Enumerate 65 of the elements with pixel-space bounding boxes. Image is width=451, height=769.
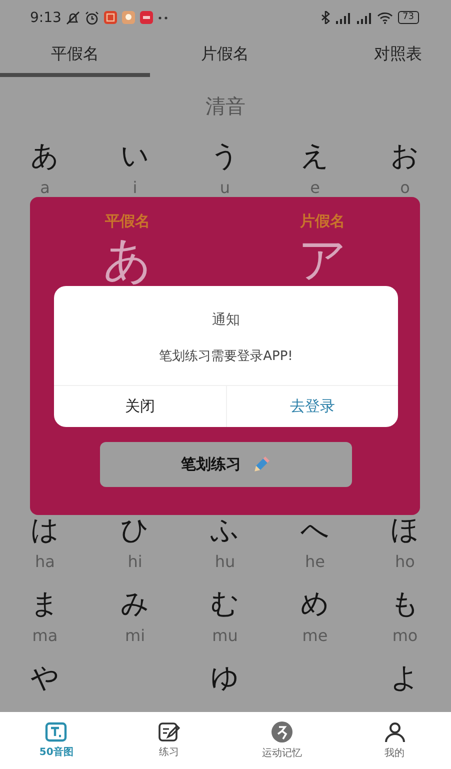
kana-character: ま xyxy=(30,586,60,622)
kana-character: ゆ xyxy=(210,660,240,696)
romaji-label: o xyxy=(400,177,410,199)
kana-character: お xyxy=(390,138,420,174)
romaji-label: he xyxy=(305,551,325,573)
app-notification-icon xyxy=(104,11,118,24)
section-heading: 清音 xyxy=(204,93,246,120)
nav-tab[interactable]: 运动记忆 xyxy=(226,712,338,769)
wifi-icon xyxy=(376,12,393,24)
kana-character: め xyxy=(300,586,330,622)
romaji-label: ha xyxy=(35,551,55,573)
close-button[interactable]: 关闭 xyxy=(54,386,226,427)
kana-character: ふ xyxy=(210,512,240,548)
card-label: 平假名 xyxy=(104,211,151,231)
romaji-label: ho xyxy=(395,551,415,573)
romaji-label: mo xyxy=(392,625,418,647)
kana-character: え xyxy=(300,138,330,174)
nav-tab[interactable]: 50音图 xyxy=(0,712,113,769)
romaji-label: a xyxy=(40,177,50,199)
romaji-label: mu xyxy=(212,625,238,647)
kana-character: は xyxy=(30,512,60,548)
kana-character: み xyxy=(120,586,150,622)
kana-character: や xyxy=(30,660,60,696)
status-time: 9:13 xyxy=(30,10,62,26)
large-kana: ア xyxy=(297,231,348,289)
signal-icon xyxy=(334,12,351,24)
kana-character: い xyxy=(120,138,150,174)
dialog-title: 通知 xyxy=(211,311,241,330)
kana-character: ひ xyxy=(120,512,150,548)
romaji-label: u xyxy=(220,177,230,199)
bluetooth-icon xyxy=(320,11,330,24)
romaji-label: hu xyxy=(214,551,236,573)
kana-character: も xyxy=(390,586,420,622)
kana-character: む xyxy=(210,586,240,622)
tab[interactable]: 片假名 xyxy=(150,35,300,77)
kana-character: う xyxy=(210,138,240,174)
login-button[interactable]: 去登录 xyxy=(226,386,398,427)
kana-character: へ xyxy=(300,512,330,548)
tab[interactable]: 平假名 xyxy=(0,35,150,77)
kana-character: よ xyxy=(390,660,420,696)
romaji-label: me xyxy=(302,625,328,647)
more-dots-icon xyxy=(158,16,168,20)
edit-note-icon xyxy=(158,722,180,742)
romaji-label: mi xyxy=(124,625,146,647)
romaji-label: i xyxy=(132,177,138,199)
dialog-message: 笔划练习需要登录APP! xyxy=(158,348,294,366)
signal-icon xyxy=(356,12,372,24)
romaji-label: e xyxy=(310,177,320,199)
nav-tab[interactable]: 练习 xyxy=(112,712,226,769)
text-box-icon xyxy=(45,722,68,742)
app-notification-icon xyxy=(140,11,154,24)
battery-indicator: 73 xyxy=(398,11,419,24)
person-icon xyxy=(384,721,406,743)
kana-character: あ xyxy=(30,138,60,174)
app-notification-icon xyxy=(122,11,136,24)
large-kana: あ xyxy=(102,231,153,289)
alarm-icon xyxy=(85,10,100,24)
stroke-practice-button[interactable]: 笔划练习 xyxy=(100,442,352,487)
nav-tab[interactable]: 我的 xyxy=(338,712,451,769)
romaji-label: hi xyxy=(128,551,142,573)
muted-bell-icon xyxy=(66,10,80,24)
card-label: 片假名 xyxy=(299,211,346,231)
tab[interactable]: 对照表 xyxy=(300,35,450,77)
romaji-label: ma xyxy=(32,625,58,647)
kana-character: ほ xyxy=(390,512,420,548)
